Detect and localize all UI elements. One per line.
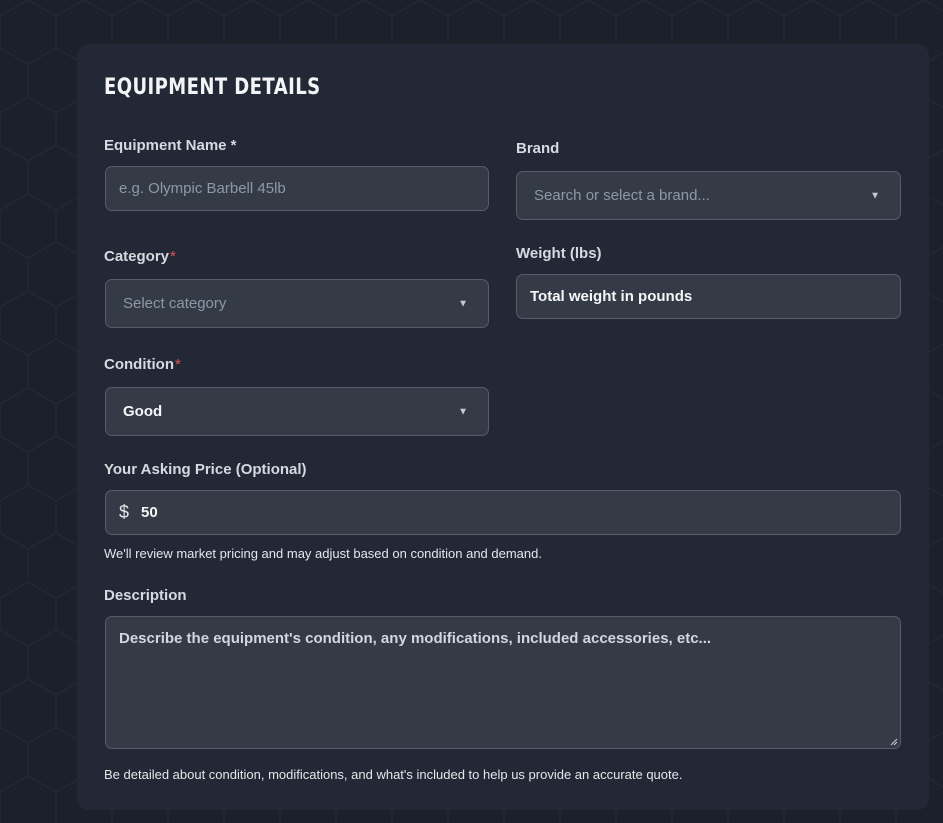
resize-handle-icon[interactable] (888, 736, 898, 746)
condition-value: Good (123, 403, 163, 420)
weight-value: Total weight in pounds (530, 288, 693, 305)
brand-label: Brand (516, 140, 560, 157)
description-label: Description (104, 587, 187, 604)
required-marker: * (170, 248, 176, 265)
category-label-text: Category (104, 248, 170, 265)
chevron-down-icon: ▼ (458, 298, 468, 309)
weight-label: Weight (lbs) (516, 245, 602, 262)
asking-price-help: We'll review market pricing and may adju… (104, 546, 542, 561)
dollar-sign: $ (119, 502, 130, 522)
equipment-name-input[interactable]: e.g. Olympic Barbell 45lb (105, 166, 489, 211)
asking-price-value: 50 (141, 504, 158, 521)
asking-price-label: Your Asking Price (Optional) (104, 461, 307, 478)
description-help: Be detailed about condition, modificatio… (104, 767, 683, 782)
condition-select[interactable]: Good ▼ (105, 387, 489, 436)
description-textarea[interactable]: Describe the equipment's condition, any … (105, 616, 901, 749)
category-select[interactable]: Select category ▼ (105, 279, 489, 328)
brand-placeholder: Search or select a brand... (534, 187, 710, 204)
description-placeholder: Describe the equipment's condition, any … (119, 630, 712, 647)
section-title: EQUIPMENT DETAILS (104, 75, 321, 100)
weight-input[interactable]: Total weight in pounds (516, 274, 901, 319)
condition-label-text: Condition (104, 356, 174, 373)
equipment-name-placeholder: e.g. Olympic Barbell 45lb (119, 180, 286, 197)
equipment-details-card: EQUIPMENT DETAILS Equipment Name * e.g. … (77, 44, 929, 810)
condition-label: Condition* (104, 356, 181, 373)
chevron-down-icon: ▼ (870, 190, 880, 201)
equipment-name-label: Equipment Name * (104, 137, 237, 154)
asking-price-input[interactable]: $ 50 (105, 490, 901, 535)
category-label: Category* (104, 248, 176, 265)
category-placeholder: Select category (123, 295, 227, 312)
brand-select[interactable]: Search or select a brand... ▼ (516, 171, 901, 220)
required-marker: * (174, 356, 181, 373)
chevron-down-icon: ▼ (458, 406, 468, 417)
